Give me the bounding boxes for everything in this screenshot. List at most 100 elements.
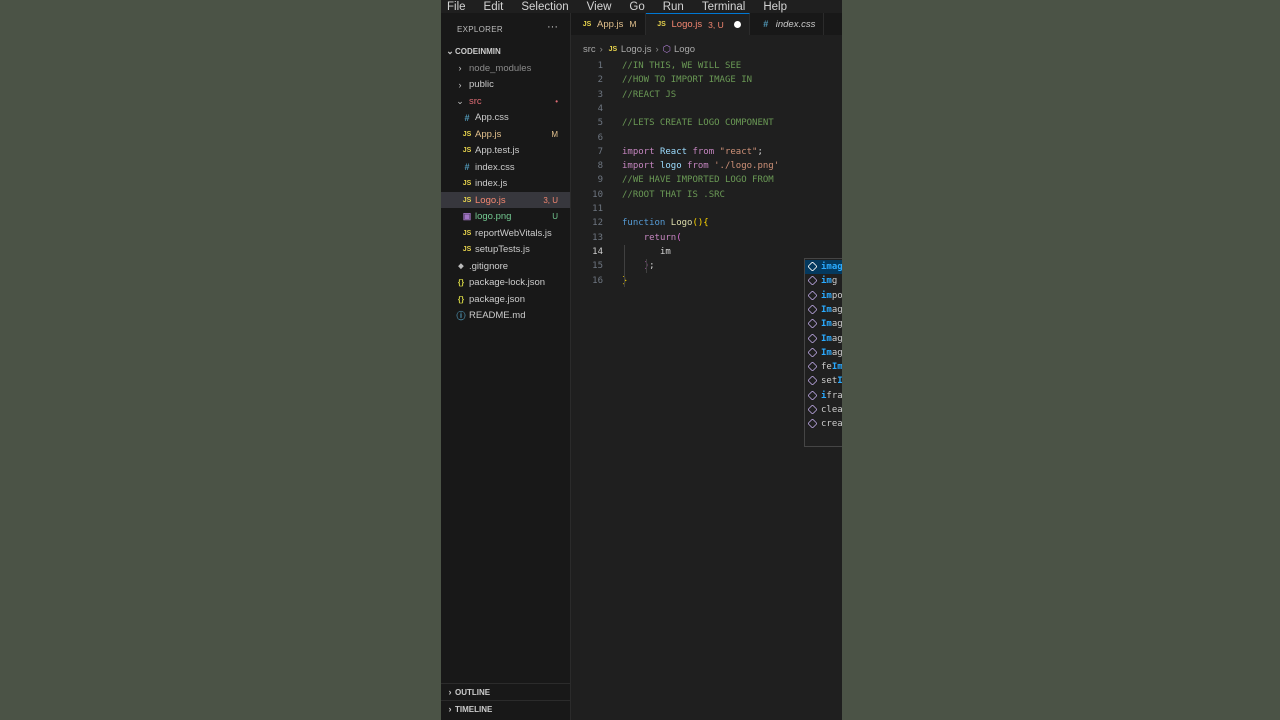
tree-item-setuptests-js[interactable]: JS setupTests.js: [441, 242, 570, 258]
suggestion-item[interactable]: image(property) JS: [805, 260, 842, 274]
property-icon: [807, 332, 818, 344]
tab-label: Logo.js: [671, 19, 703, 30]
suggestion-label: createImageBitmap: [821, 417, 842, 431]
tree-item-app-js[interactable]: JS App.js M: [441, 126, 570, 142]
tree-item-app-test-js[interactable]: JS App.test.js: [441, 143, 570, 159]
suggestion-label: ImageData: [821, 346, 842, 360]
tree-item-label: README.md: [469, 310, 526, 321]
code-text: im: [622, 245, 671, 259]
tab-status: M: [629, 19, 637, 29]
suggestion-text: g: [831, 276, 838, 287]
menu-edit[interactable]: Edit: [484, 1, 504, 13]
suggestion-item[interactable]: importScripts: [805, 289, 842, 303]
outline-section[interactable]: › OUTLINE: [441, 683, 570, 700]
tree-item-logo-js[interactable]: JS Logo.js 3, U: [441, 192, 570, 208]
more-actions-icon[interactable]: ···: [547, 21, 558, 33]
tree-item-public[interactable]: › public: [441, 77, 570, 93]
code-token: "react": [719, 146, 758, 157]
code-line: 7 import React from "react";: [571, 145, 842, 159]
property-icon: [807, 275, 818, 286]
json-file-icon: {}: [457, 294, 465, 304]
tree-item--gitignore[interactable]: ◆ .gitignore: [441, 258, 570, 274]
git-file-icon: ◆: [458, 263, 464, 270]
chevron-right-icon: ›: [599, 44, 603, 55]
breadcrumb-folder[interactable]: src: [583, 44, 596, 55]
suggestion-item[interactable]: img: [805, 274, 842, 288]
menu-go[interactable]: Go: [629, 1, 644, 13]
code-line: 8 import logo from './logo.png': [571, 159, 842, 173]
property-icon: [807, 390, 818, 401]
tree-item-package-json[interactable]: {} package.json: [441, 291, 570, 307]
code-token: //LETS CREATE LOGO COMPONENT: [622, 118, 774, 129]
suggestion-label: ImageBitmap: [821, 317, 842, 331]
code-token: //ROOT THAT IS .SRC: [622, 189, 725, 200]
suggestion-text: image: [821, 262, 842, 272]
chevron-down-icon: ⌄: [446, 45, 454, 56]
suggestion-item[interactable]: ImageData: [805, 346, 842, 360]
suggestion-label: clearImmediate: [821, 403, 842, 417]
tree-item-readme-md[interactable]: ⓘ README.md: [441, 308, 570, 324]
property-icon: [807, 375, 818, 386]
tree-item-app-css[interactable]: # App.css: [441, 110, 570, 126]
code-text: //LETS CREATE LOGO COMPONENT: [622, 116, 774, 130]
code-line: 2 //HOW TO IMPORT IMAGE IN: [571, 73, 842, 87]
suggestion-item[interactable]: Image: [805, 303, 842, 317]
line-number: 10: [592, 189, 603, 200]
suggestion-label: importScripts: [821, 289, 842, 303]
editor-tabs: JS App.js M JS Logo.js 3, U # index.css: [571, 13, 842, 35]
code-text: //IN THIS, WE WILL SEE: [622, 59, 741, 73]
suggestion-item[interactable]: createImageBitmap: [805, 417, 842, 431]
code-line: 4: [571, 102, 842, 116]
suggestion-text: Im: [821, 347, 832, 358]
tree-item-reportwebvitals-js[interactable]: JS reportWebVitals.js: [441, 225, 570, 241]
tab-app-js[interactable]: JS App.js M: [571, 13, 646, 35]
tab-logo-js[interactable]: JS Logo.js 3, U: [645, 13, 750, 35]
menu-run[interactable]: Run: [663, 1, 684, 13]
tree-item-label: .gitignore: [469, 260, 509, 272]
js-file-icon: JS: [462, 229, 472, 237]
suggestion-item[interactable]: ImageBitmap: [805, 317, 842, 331]
timeline-section[interactable]: › TIMELINE: [441, 700, 570, 717]
tree-item-src[interactable]: ⌄ src •: [441, 93, 570, 109]
tab-label: App.js: [597, 18, 624, 30]
tree-item-index-css[interactable]: # index.css: [441, 159, 570, 175]
menu-file[interactable]: File: [447, 1, 466, 13]
tab-status: 3, U: [708, 19, 724, 30]
code-line: 10 //ROOT THAT IS .SRC: [571, 188, 842, 202]
suggestion-item[interactable]: ImageBitmapRenderingContext: [805, 332, 842, 346]
code-token: React: [659, 146, 693, 157]
suggestion-item[interactable]: clearImmediate: [805, 403, 842, 417]
code-token: //REACT JS: [622, 89, 677, 100]
tree-item-index-js[interactable]: JS index.js: [441, 176, 570, 192]
suggestion-text: Im: [837, 376, 842, 387]
code-token: //IN THIS, WE WILL SEE: [622, 61, 742, 71]
line-number: 5: [597, 118, 603, 129]
tree-item-logo-png[interactable]: ▣ logo.png U: [441, 209, 570, 225]
breadcrumb-symbol[interactable]: Logo: [674, 44, 695, 55]
suggestion-item[interactable]: iframe: [805, 389, 842, 403]
suggestion-item[interactable]: feImage: [805, 360, 842, 374]
tree-item-label: public: [469, 79, 494, 90]
suggestion-item[interactable]: setImmediate: [805, 374, 842, 388]
suggestion-text: Im: [821, 319, 832, 330]
menu-selection[interactable]: Selection: [521, 1, 568, 13]
code-text: import React from "react";: [622, 145, 763, 159]
menu-help[interactable]: Help: [763, 1, 787, 13]
js-file-icon: JS: [462, 196, 472, 204]
project-root[interactable]: ⌄ CODEINMIN: [441, 43, 570, 59]
js-file-icon: JS: [657, 21, 666, 28]
tree-item-package-lock-json[interactable]: {} package-lock.json: [441, 275, 570, 291]
suggestion-label: Image: [821, 303, 842, 317]
tree-item-label: index.css: [475, 161, 515, 173]
tree-item-label: package-lock.json: [469, 277, 546, 288]
menu-view[interactable]: View: [587, 1, 612, 13]
unsaved-dot-icon[interactable]: [733, 21, 741, 28]
chevron-right-icon: ›: [448, 687, 452, 697]
tab-index-css[interactable]: # index.css: [750, 13, 825, 35]
breadcrumb-file[interactable]: Logo.js: [621, 44, 652, 55]
menu-terminal[interactable]: Terminal: [702, 1, 745, 13]
tree-item-node-modules[interactable]: › node_modules: [441, 60, 570, 76]
code-token: import: [622, 146, 660, 157]
